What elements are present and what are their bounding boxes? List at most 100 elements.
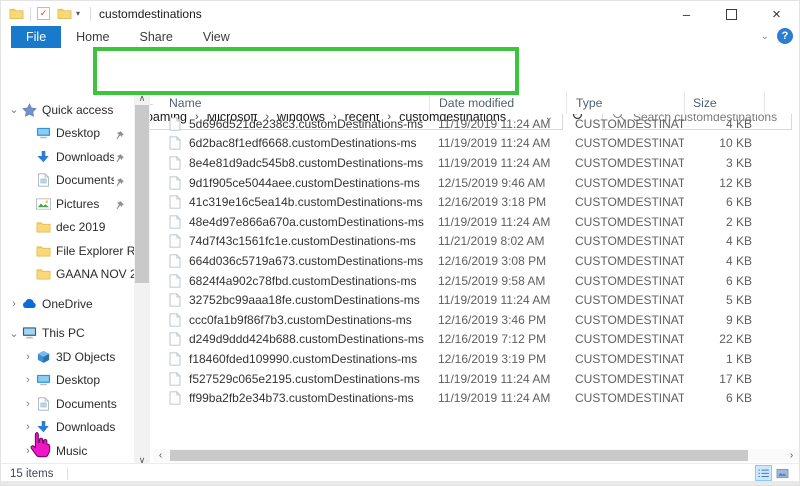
file-name: 8e4e81d9adc545b8.customDestinations-ms	[189, 156, 423, 170]
file-size: 9 KB	[684, 313, 764, 327]
thumbnail-view-button[interactable]	[774, 465, 791, 481]
file-row[interactable]: 5d696d521de238c3.customDestinations-ms 1…	[153, 114, 799, 134]
scroll-left-arrow-icon[interactable]: ‹	[153, 450, 168, 461]
chevron-right-icon[interactable]: ›	[7, 298, 21, 310]
sidebar-item-gaana-nov-20[interactable]: GAANA NOV 20	[1, 263, 134, 287]
file-row[interactable]: 664d036c5719a673.customDestinations-ms 1…	[153, 251, 799, 271]
pc-icon	[21, 326, 37, 341]
picture-icon	[35, 196, 51, 211]
file-row[interactable]: 6d2bac8f1edf6668.customDestinations-ms 1…	[153, 134, 799, 154]
sidebar-item-3d-objects[interactable]: ›3D Objects	[1, 345, 134, 369]
sidebar-item-pictures[interactable]: Pictures	[1, 192, 134, 216]
horizontal-scrollbar[interactable]: ‹ ›	[153, 449, 799, 462]
file-size: 6 KB	[684, 274, 764, 288]
sidebar-item-dec-2019[interactable]: dec 2019	[1, 216, 134, 240]
music-icon	[35, 443, 51, 458]
ribbon-tab-row: File Home Share View	[1, 26, 799, 48]
ribbon-expand-chevron-icon[interactable]: ⌄	[761, 31, 769, 42]
file-name: 41c319e16c5ea14b.customDestinations-ms	[189, 195, 422, 209]
chevron-right-icon[interactable]: ›	[21, 398, 35, 410]
sidebar-item-music[interactable]: ›Music	[1, 439, 134, 463]
file-row[interactable]: f18460fded109990.customDestinations-ms 1…	[153, 349, 799, 369]
sidebar-item-desktop[interactable]: Desktop	[1, 122, 134, 146]
sidebar-item-desktop[interactable]: › Desktop	[1, 369, 134, 393]
sidebar-item-label: dec 2019	[56, 220, 105, 234]
column-header-type[interactable]: Type	[566, 91, 684, 114]
file-name: 9d1f905ce5044aee.customDestinations-ms	[189, 176, 420, 190]
file-row[interactable]: ff99ba2fb2e34b73.customDestinations-ms 1…	[153, 388, 799, 408]
file-date-modified: 11/19/2019 11:24 AM	[429, 391, 566, 405]
scroll-right-arrow-icon[interactable]: ›	[784, 450, 799, 461]
horizontal-scroll-thumb[interactable]	[170, 450, 748, 461]
file-icon	[169, 372, 181, 386]
sidebar-item-this-pc[interactable]: ⌄This PC	[1, 322, 134, 346]
scroll-up-arrow-icon[interactable]: ∧	[134, 91, 150, 105]
sidebar-item-documents[interactable]: Documents	[1, 169, 134, 193]
file-name: 32752bc99aaa18fe.customDestinations-ms	[189, 293, 420, 307]
file-row[interactable]: d249d9ddd424b688.customDestinations-ms 1…	[153, 330, 799, 350]
details-view-button[interactable]	[755, 465, 772, 481]
file-row[interactable]: ccc0fa1b9f86f7b3.customDestinations-ms 1…	[153, 310, 799, 330]
chevron-down-icon[interactable]: ⌄	[7, 103, 21, 116]
file-icon	[169, 254, 181, 268]
qat-properties-icon[interactable]: ✓	[37, 7, 50, 20]
sidebar-item-label: OneDrive	[42, 297, 93, 311]
sidebar-item-downloads[interactable]: ›Downloads	[1, 416, 134, 440]
file-size: 2 KB	[684, 215, 764, 229]
column-header-name[interactable]: Name	[153, 91, 429, 114]
file-date-modified: 11/19/2019 11:24 AM	[429, 117, 566, 131]
qat-customize-caret-icon[interactable]: ▾	[76, 10, 80, 18]
sidebar-item-downloads[interactable]: Downloads	[1, 145, 134, 169]
file-row[interactable]: 6824f4a902c78fbd.customDestinations-ms 1…	[153, 271, 799, 291]
file-row[interactable]: 48e4d97e866a670a.customDestinations-ms 1…	[153, 212, 799, 232]
file-size: 22 KB	[684, 332, 764, 346]
minimize-button[interactable]: –	[664, 1, 709, 27]
file-row[interactable]: 8e4e81d9adc545b8.customDestinations-ms 1…	[153, 153, 799, 173]
sidebar-item-documents[interactable]: ›Documents	[1, 392, 134, 416]
file-size: 6 KB	[684, 195, 764, 209]
file-icon	[169, 332, 181, 346]
sidebar-item-quick-access[interactable]: ⌄Quick access	[1, 98, 134, 122]
sidebar-item-file-explorer-refr[interactable]: File Explorer Refr	[1, 239, 134, 263]
file-size: 4 KB	[684, 234, 764, 248]
tab-home[interactable]: Home	[61, 26, 124, 48]
horizontal-scroll-track[interactable]	[168, 449, 784, 462]
file-date-modified: 12/16/2019 3:08 PM	[429, 254, 566, 268]
file-icon	[169, 313, 181, 327]
tab-share[interactable]: Share	[125, 26, 188, 48]
sidebar-item-onedrive[interactable]: › OneDrive	[1, 292, 134, 316]
file-type: CUSTOMDESTINATIO...	[566, 156, 684, 170]
navigation-toolbar: ← → ⌄ ↑ « Roaming›Microsoft›windows›rece…	[1, 48, 799, 92]
sidebar-item-label: Downloads	[56, 150, 114, 164]
file-explorer-window: ✓ ▾ customdestinations – × File Home Sha…	[0, 0, 800, 486]
file-row[interactable]: 32752bc99aaa18fe.customDestinations-ms 1…	[153, 290, 799, 310]
chevron-right-icon[interactable]: ›	[21, 374, 35, 386]
help-button[interactable]: ?	[777, 28, 793, 44]
file-row[interactable]: 9d1f905ce5044aee.customDestinations-ms 1…	[153, 173, 799, 193]
sidebar-scrollbar[interactable]: ∧ ∨	[134, 91, 150, 467]
column-header-date-modified[interactable]: Date modified	[429, 91, 566, 114]
sidebar-item-label: File Explorer Refr	[56, 244, 134, 258]
close-button[interactable]: ×	[754, 1, 799, 27]
document-icon	[35, 173, 51, 188]
file-row[interactable]: f527529c065e2195.customDestinations-ms 1…	[153, 369, 799, 389]
folder-icon	[35, 243, 51, 258]
chevron-right-icon[interactable]: ›	[21, 445, 35, 457]
maximize-button[interactable]	[709, 1, 754, 27]
file-row[interactable]: 41c319e16c5ea14b.customDestinations-ms 1…	[153, 192, 799, 212]
sidebar-item-label: Desktop	[56, 373, 100, 387]
sidebar-scrollbar-thumb[interactable]	[135, 105, 149, 283]
qat-newfolder-icon[interactable]	[56, 7, 72, 21]
file-row[interactable]: 74d7f43c1561fc1e.customDestinations-ms 1…	[153, 232, 799, 252]
chevron-down-icon[interactable]: ⌄	[7, 327, 21, 340]
tab-file[interactable]: File	[11, 26, 61, 48]
tab-view[interactable]: View	[188, 26, 245, 48]
column-header-size[interactable]: Size	[684, 91, 764, 114]
file-date-modified: 11/19/2019 11:24 AM	[429, 293, 566, 307]
file-size: 4 KB	[684, 117, 764, 131]
chevron-right-icon[interactable]: ›	[21, 351, 35, 363]
file-type: CUSTOMDESTINATIO...	[566, 254, 684, 268]
file-type: CUSTOMDESTINATIO...	[566, 274, 684, 288]
chevron-right-icon[interactable]: ›	[21, 421, 35, 433]
file-type: CUSTOMDESTINATIO...	[566, 391, 684, 405]
